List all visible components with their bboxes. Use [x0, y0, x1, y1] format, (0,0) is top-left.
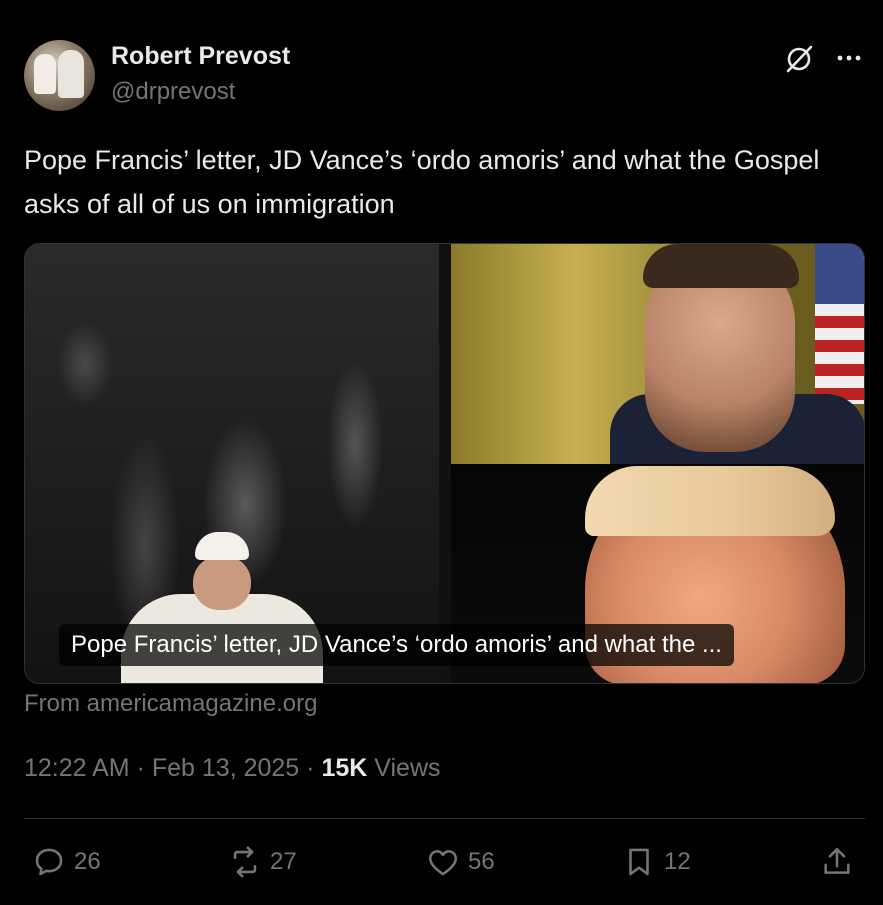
- bookmark-button[interactable]: 12: [622, 842, 691, 882]
- card-title: Pope Francis’ letter, JD Vance’s ‘ordo a…: [59, 624, 734, 666]
- grok-icon[interactable]: [784, 44, 814, 74]
- avatar-figure-left: [34, 54, 56, 94]
- like-count: 56: [468, 848, 495, 875]
- divider: [24, 818, 865, 819]
- meta-separator: ·: [306, 754, 315, 782]
- repost-count: 27: [270, 848, 297, 875]
- reply-button[interactable]: 26: [32, 842, 101, 882]
- share-icon: [824, 847, 850, 874]
- like-button[interactable]: 56: [426, 842, 495, 882]
- repost-icon: [233, 846, 257, 878]
- tweet-date[interactable]: Feb 13, 2025: [152, 754, 299, 782]
- author-display-name[interactable]: Robert Prevost: [111, 42, 290, 71]
- repost-button[interactable]: 27: [228, 842, 297, 882]
- card-source[interactable]: From americamagazine.org: [24, 690, 317, 718]
- more-icon[interactable]: [835, 44, 863, 72]
- bookmark-count: 12: [664, 848, 691, 875]
- views-count: 15K: [321, 754, 368, 782]
- avatar-figure-right: [58, 50, 84, 98]
- reply-icon: [35, 848, 63, 876]
- reply-count: 26: [74, 848, 101, 875]
- link-card[interactable]: Pope Francis’ letter, JD Vance’s ‘ordo a…: [24, 243, 865, 684]
- tweet-time[interactable]: 12:22 AM: [24, 754, 130, 782]
- share-button[interactable]: [820, 842, 854, 882]
- author-handle[interactable]: @drprevost: [111, 78, 235, 106]
- heart-icon: [428, 850, 458, 876]
- meta-separator: ·: [136, 754, 145, 782]
- avatar[interactable]: [24, 40, 95, 111]
- views-label: Views: [374, 754, 441, 782]
- tweet-text: Pope Francis’ letter, JD Vance’s ‘ordo a…: [24, 145, 820, 219]
- bookmark-icon: [629, 848, 649, 876]
- tweet-meta: 12:22 AM · Feb 13, 2025 · 15K Views: [24, 754, 441, 783]
